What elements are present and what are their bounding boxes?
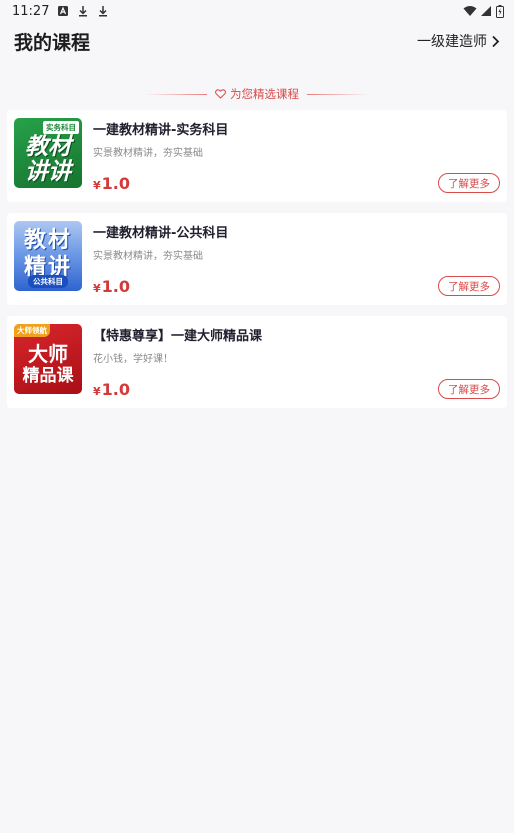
thumbnail-tag: 大师领航 [14,324,50,337]
price-value: 1.0 [101,174,130,193]
course-desc: 实景教材精讲，夯实基础 [93,251,203,262]
download-icon-2 [99,6,108,17]
course-thumbnail: 教材 精讲 公共科目 [14,221,82,291]
thumbnail-tag: 实务科目 [43,121,79,134]
course-name: 【特惠尊享】一建大师精品课 [93,329,263,344]
course-name: 一建教材精讲-公共科目 [93,226,229,241]
learn-more-button[interactable]: 了解更多 [438,276,500,296]
thumbnail-line1: 教材 [23,228,72,253]
section-label: 为您精选课程 [215,86,299,102]
signal-icon [481,6,491,16]
thumbnail-tag: 公共科目 [28,275,68,288]
thumbnail-line2: 讲讲 [25,159,71,185]
learn-more-button[interactable]: 了解更多 [438,379,500,399]
notification-a-icon [58,6,69,16]
thumbnail-line1: 大师 [28,342,68,366]
price-value: 1.0 [101,277,130,296]
currency-symbol: ¥ [93,282,101,295]
course-desc: 实景教材精讲，夯实基础 [93,148,203,159]
chevron-right-icon [492,35,500,47]
download-icon [79,6,88,17]
price-value: 1.0 [101,380,130,399]
course-name: 一建教材精讲-实务科目 [93,123,229,138]
course-price: ¥1.0 [93,174,130,193]
section-title: 为您精选课程 [0,84,514,104]
course-price: ¥1.0 [93,277,130,296]
wifi-icon [463,6,477,16]
course-card[interactable]: 大师领航 大师 精品课 【特惠尊享】一建大师精品课 花小钱，学好课！ ¥1.0 … [7,316,507,408]
course-thumbnail: 实务科目 教材 讲讲 [14,118,82,188]
learn-more-button[interactable]: 了解更多 [438,173,500,193]
status-time: 11:27 [12,3,50,19]
course-list: 实务科目 教材 讲讲 一建教材精讲-实务科目 实景教材精讲，夯实基础 ¥1.0 … [7,110,507,419]
level-selector-label: 一级建造师 [417,34,487,50]
course-thumbnail: 大师领航 大师 精品课 [14,324,82,394]
course-price: ¥1.0 [93,380,130,399]
page-title: 我的课程 [14,31,91,54]
section-divider-left [145,93,207,95]
course-card[interactable]: 教材 精讲 公共科目 一建教材精讲-公共科目 实景教材精讲，夯实基础 ¥1.0 … [7,213,507,305]
battery-icon [496,4,504,18]
level-selector[interactable]: 一级建造师 [417,31,500,51]
course-desc: 花小钱，学好课！ [93,354,173,365]
course-card[interactable]: 实务科目 教材 讲讲 一建教材精讲-实务科目 实景教材精讲，夯实基础 ¥1.0 … [7,110,507,202]
thumbnail-line2: 精品课 [22,366,74,386]
thumbnail-line1: 教材 [25,134,71,160]
currency-symbol: ¥ [93,385,101,398]
currency-symbol: ¥ [93,179,101,192]
status-right [463,4,504,18]
status-left: 11:27 [12,4,109,19]
header: 我的课程 一级建造师 [0,24,514,58]
status-bar: 11:27 [0,0,514,22]
heart-icon [215,89,226,99]
section-title-text: 为您精选课程 [230,87,299,101]
section-divider-right [307,93,369,95]
